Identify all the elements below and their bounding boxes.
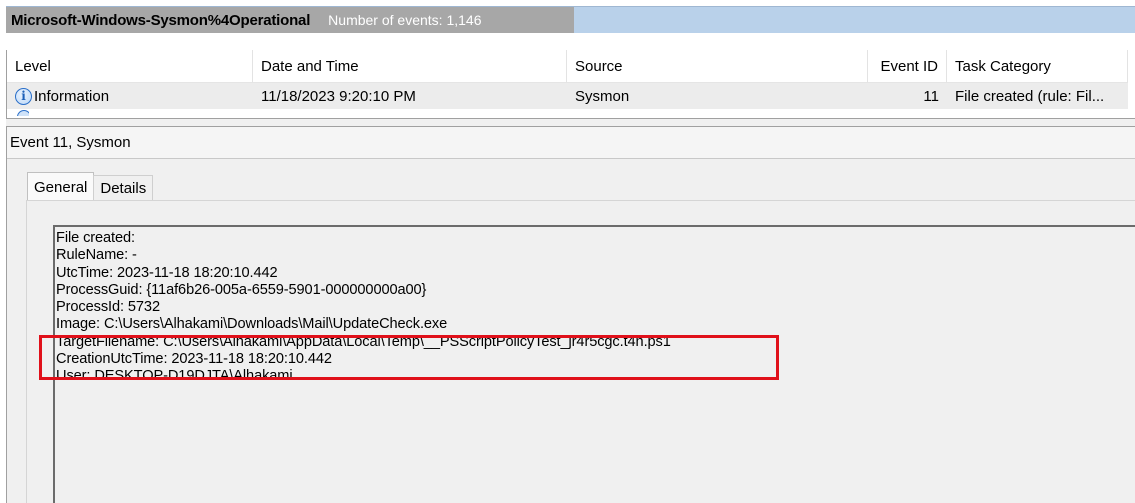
- line-utc-time: UtcTime: 2023-11-18 18:20:10.442: [56, 264, 278, 281]
- cell-source: Sysmon: [575, 87, 630, 105]
- event-detail-pane: Event 11, Sysmon General Details File cr…: [6, 127, 1135, 503]
- column-header-level[interactable]: Level: [7, 50, 253, 83]
- pane-splitter[interactable]: [6, 118, 1135, 127]
- line-image: Image: C:\Users\Alhakami\Downloads\Mail\…: [56, 316, 448, 333]
- log-title-block: Microsoft-Windows-Sysmon%4Operational Nu…: [6, 7, 574, 33]
- event-count: Number of events: 1,146: [328, 12, 482, 28]
- log-name: Microsoft-Windows-Sysmon%4Operational: [11, 11, 311, 29]
- line-creation-utc-time: CreationUtcTime: 2023-11-18 18:20:10.442: [56, 351, 332, 368]
- event-row-selected[interactable]: i Information 11/18/2023 9:20:10 PM Sysm…: [7, 83, 1128, 109]
- column-header-source[interactable]: Source: [567, 50, 868, 83]
- line-process-id: ProcessId: 5732: [56, 299, 160, 316]
- column-header-date-time[interactable]: Date and Time: [253, 50, 567, 83]
- line-target-filename: TargetFilename: C:\Users\Alhakami\AppDat…: [56, 333, 671, 350]
- general-tab-body: File created: RuleName: - UtcTime: 2023-…: [26, 200, 1135, 503]
- line-process-guid: ProcessGuid: {11af6b26-005a-6559-5901-00…: [56, 281, 427, 298]
- cell-date-time: 11/18/2023 9:20:10 PM: [261, 87, 416, 105]
- column-header-task-category[interactable]: Task Category: [947, 50, 1128, 83]
- tab-details[interactable]: Details: [93, 175, 154, 201]
- tab-general[interactable]: General: [27, 172, 95, 201]
- level-text: Information: [34, 87, 110, 105]
- cell-level: i Information: [15, 83, 253, 109]
- next-row-info-icon: [17, 110, 29, 116]
- cell-event-id: 11: [923, 87, 939, 105]
- detail-tabs: General Details: [27, 172, 154, 201]
- event-description-textbox[interactable]: File created: RuleName: - UtcTime: 2023-…: [53, 225, 1135, 503]
- title-strip: Microsoft-Windows-Sysmon%4Operational Nu…: [0, 0, 1135, 35]
- line-user: User: DESKTOP-D19DJTA\Alhakami: [56, 368, 293, 385]
- column-header-event-id[interactable]: Event ID: [868, 50, 947, 83]
- log-title-bar: Microsoft-Windows-Sysmon%4Operational Nu…: [6, 6, 1135, 33]
- event-detail-header: Event 11, Sysmon: [7, 127, 1135, 159]
- line-rule-name: RuleName: -: [56, 247, 137, 264]
- cell-task-category: File created (rule: Fil...: [955, 87, 1105, 105]
- info-icon: i: [15, 87, 32, 105]
- line-file-created: File created:: [56, 230, 136, 246]
- event-list: Level Date and Time Source Event ID Task…: [6, 50, 1135, 118]
